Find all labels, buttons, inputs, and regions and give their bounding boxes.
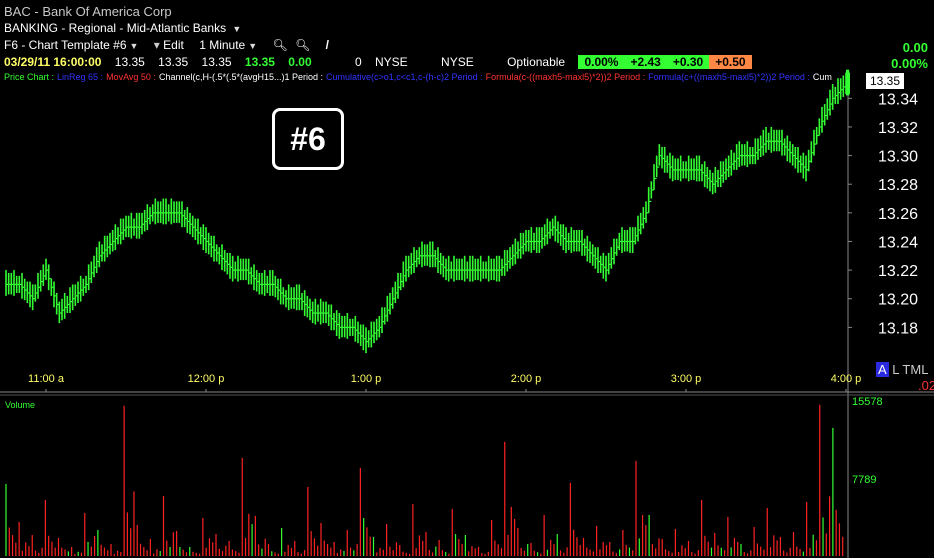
x-tick-label: 3:00 p bbox=[671, 373, 702, 385]
alert-a: A bbox=[876, 362, 889, 377]
y-tick-label: 13.22 bbox=[878, 263, 918, 280]
y-tick-label: 13.34 bbox=[878, 91, 918, 108]
price-volume-chart[interactable]: 13.34 13.32 13.30 13.28 13.26 13.24 13.22 13.20… bbox=[0, 0, 934, 558]
x-tick-label: 11:00 a bbox=[28, 373, 65, 385]
alert-rest: L TML bbox=[892, 362, 929, 377]
x-tick-label: 2:00 p bbox=[511, 373, 542, 385]
y-tick-label: 13.18 bbox=[878, 320, 918, 337]
x-tick-label: 4:00 p bbox=[831, 373, 862, 385]
alert-marker[interactable]: A L TML bbox=[876, 362, 928, 377]
x-tick-label: 12:00 p bbox=[188, 373, 225, 385]
x-tick-label: 1:00 p bbox=[351, 373, 382, 385]
volume-tick-label: 15578 bbox=[852, 396, 883, 408]
y-tick-label: 13.24 bbox=[878, 234, 918, 251]
y-tick-label: 13.26 bbox=[878, 206, 918, 223]
annotation-badge: #6 bbox=[272, 108, 344, 170]
y-tick-label: 13.28 bbox=[878, 177, 918, 194]
red-value: .02 bbox=[918, 378, 934, 393]
y-tick-label: 13.32 bbox=[878, 120, 918, 137]
y-tick-label: 13.20 bbox=[878, 292, 918, 309]
last-price-label: 13.35 bbox=[866, 73, 905, 89]
y-tick-label: 13.30 bbox=[878, 149, 918, 166]
volume-title: Volume bbox=[5, 400, 35, 410]
volume-tick-label: 7789 bbox=[852, 474, 876, 486]
